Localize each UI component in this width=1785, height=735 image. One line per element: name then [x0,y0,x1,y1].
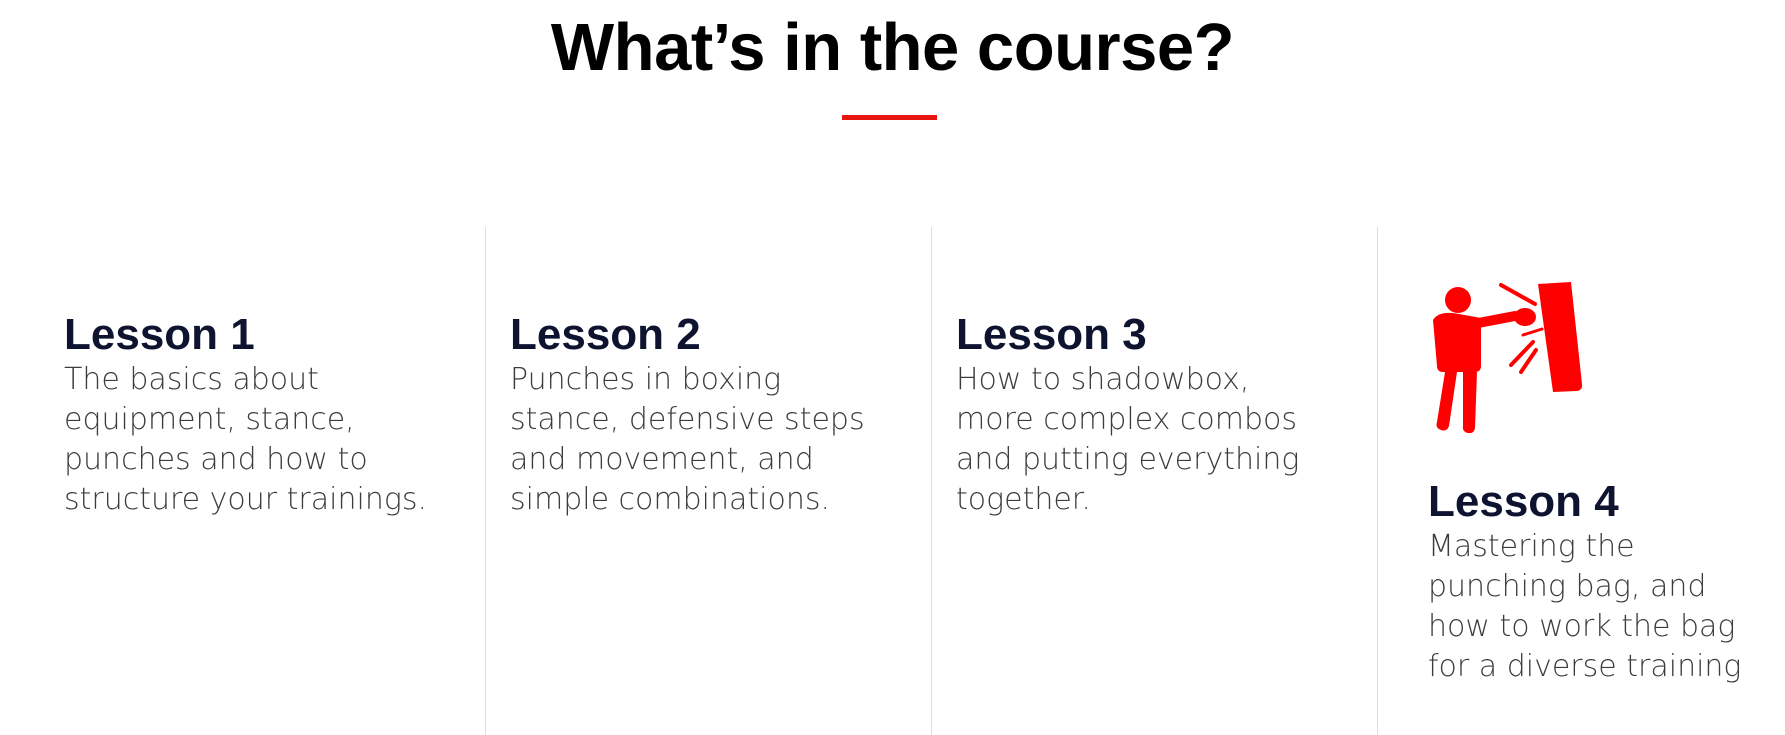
lesson-description: Mastering the punching bag, and how to w… [1428,529,1742,684]
lesson-title: Lesson 4 [1428,477,1619,526]
column-divider [931,227,932,735]
lesson-title: Lesson 3 [956,310,1147,359]
lesson-card-1: Lesson 1 The basics about equipment, sta… [64,310,444,520]
column-divider [485,227,486,735]
lesson-card-4: Lesson 4 Mastering the punching bag, and… [1428,477,1758,687]
boxer-punching-bag-icon [1433,282,1583,434]
title-accent-line [842,115,937,120]
lesson-description: Punches in boxing stance, defensive step… [510,362,865,517]
page-title: What’s in the course? [550,10,1235,85]
lesson-card-2: Lesson 2 Punches in boxing stance, defen… [510,310,890,520]
lesson-card-3: Lesson 3 How to shadowbox, more complex … [956,310,1336,520]
lesson-title: Lesson 2 [510,310,701,359]
column-divider [1377,227,1378,735]
lesson-description: The basics about equipment, stance, punc… [64,362,428,517]
lesson-title: Lesson 1 [64,310,255,359]
lesson-description: How to shadowbox, more complex combos an… [956,362,1300,517]
